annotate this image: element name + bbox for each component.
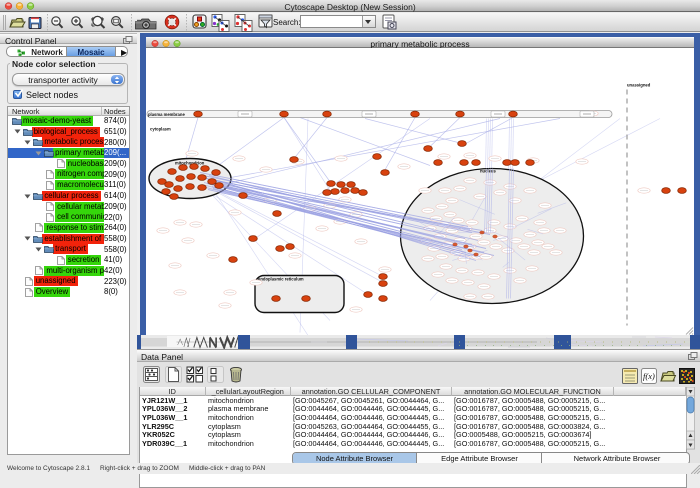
svg-text:endoplasmic reticulum: endoplasmic reticulum xyxy=(258,276,304,281)
svg-text:cytoplasm: cytoplasm xyxy=(150,126,171,131)
svg-text:plasma membrane: plasma membrane xyxy=(148,112,185,117)
svg-text:unassigned: unassigned xyxy=(627,82,651,87)
svg-text:f(x): f(x) xyxy=(643,371,655,381)
